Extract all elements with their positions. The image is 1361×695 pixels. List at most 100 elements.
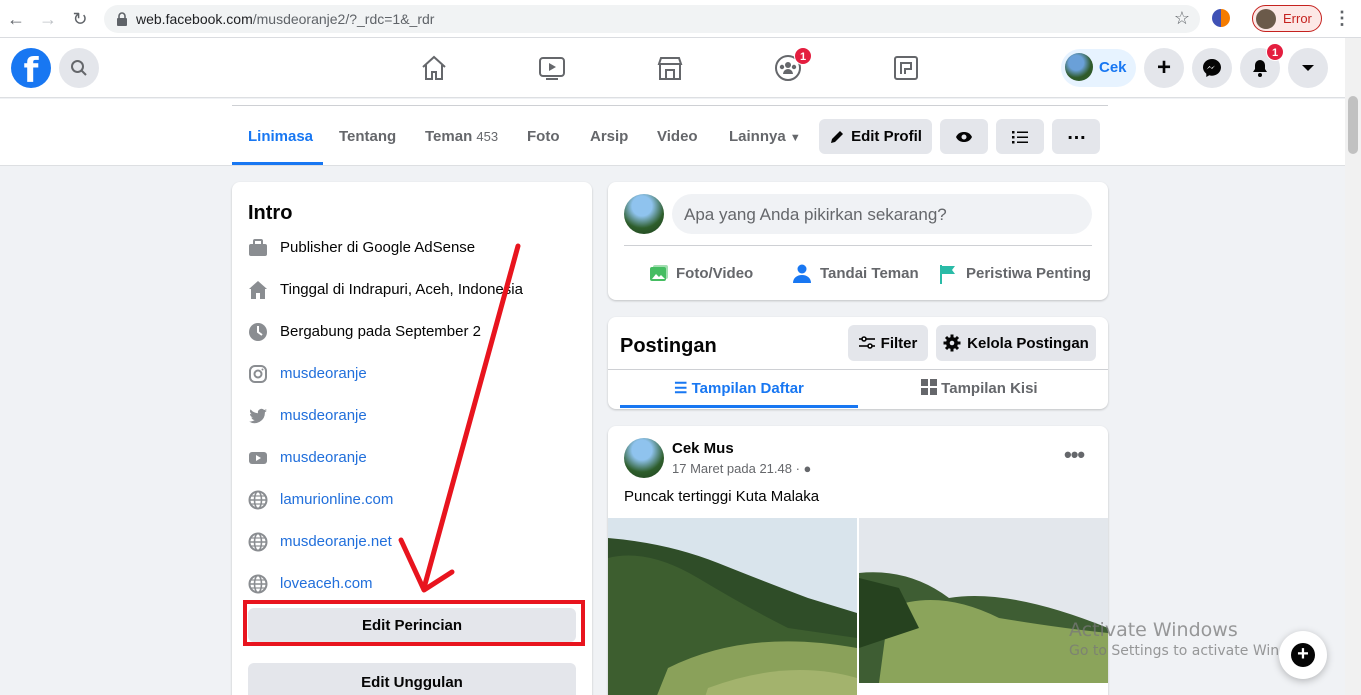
forward-arrow-icon[interactable]: → [38, 9, 58, 29]
gear-icon [943, 334, 961, 352]
caret-down-icon [1302, 65, 1314, 71]
activity-log-button[interactable] [996, 119, 1044, 154]
url-text: web.facebook.com/musdeoranje2/?_rdc=1&_r… [136, 11, 435, 27]
post-photo[interactable] [608, 518, 857, 695]
intro-link-instagram[interactable]: musdeoranje [248, 362, 578, 386]
tab-linimasa[interactable]: Linimasa [248, 128, 313, 145]
intro-lives-place[interactable]: Indrapuri, Aceh, Indonesia [349, 281, 523, 298]
tab-video[interactable]: Video [657, 128, 698, 145]
divider [624, 245, 1092, 246]
annotation-highlight-box [243, 600, 585, 646]
list-icon [1012, 130, 1028, 143]
filter-button[interactable]: Filter [848, 325, 928, 361]
post-meta: 17 Maret pada 21.48 · ● [672, 461, 811, 476]
pencil-icon [831, 130, 844, 143]
gaming-icon[interactable] [892, 54, 920, 82]
tab-teman[interactable]: Teman 453 [425, 128, 498, 145]
lock-icon [117, 12, 127, 26]
intro-lives: Tinggal di Indrapuri, Aceh, Indonesia [248, 278, 578, 302]
website-link[interactable]: loveaceh.com [280, 575, 373, 592]
list-view-icon: ☰ [674, 380, 688, 397]
profile-shortcut[interactable]: Cek [1061, 49, 1136, 87]
avatar [624, 194, 664, 234]
facebook-logo-icon[interactable]: f [11, 48, 51, 88]
twitter-icon [249, 408, 267, 424]
website-link[interactable]: musdeoranje.net [280, 533, 392, 550]
twitter-link[interactable]: musdeoranje [280, 407, 367, 424]
post-timestamp[interactable]: 17 Maret pada 21.48 · [672, 461, 804, 476]
groups-badge: 1 [794, 47, 812, 65]
instagram-link[interactable]: musdeoranje [280, 365, 367, 382]
page-scrollbar[interactable] [1345, 38, 1361, 695]
extension-icon[interactable] [1212, 9, 1230, 27]
composer-input[interactable]: Apa yang Anda pikirkan sekarang? [672, 194, 1092, 234]
intro-link-website-3[interactable]: loveaceh.com [248, 572, 578, 596]
more-options-button[interactable]: … [1052, 119, 1100, 154]
intro-work: Publisher di Google AdSense [248, 236, 578, 260]
facebook-top-nav: f 1 Cek + 1 [0, 38, 1345, 98]
post-card: Cek Mus 17 Maret pada 21.48 · ● ••• Punc… [608, 426, 1108, 695]
post-composer: Apa yang Anda pikirkan sekarang? Foto/Vi… [608, 182, 1108, 300]
globe-icon [248, 574, 268, 594]
composer-placeholder: Apa yang Anda pikirkan sekarang? [684, 205, 947, 224]
address-bar[interactable]: web.facebook.com/musdeoranje2/?_rdc=1&_r… [104, 5, 1200, 33]
search-button[interactable] [59, 48, 99, 88]
home-icon[interactable] [420, 54, 448, 82]
account-menu-button[interactable] [1288, 48, 1328, 88]
youtube-link[interactable]: musdeoranje [280, 449, 367, 466]
edit-featured-button[interactable]: Edit Unggulan [248, 663, 576, 695]
messenger-button[interactable] [1192, 48, 1232, 88]
reload-icon[interactable]: ↻ [70, 9, 90, 29]
edit-profile-button[interactable]: Edit Profil [819, 119, 932, 154]
marketplace-icon[interactable] [656, 54, 684, 82]
post-author[interactable]: Cek Mus [672, 440, 734, 457]
manage-posts-button[interactable]: Kelola Postingan [936, 325, 1096, 361]
intro-link-twitter[interactable]: musdeoranje [248, 404, 578, 428]
life-event-label: Peristiwa Penting [966, 265, 1092, 282]
tab-lainnya[interactable]: Lainnya ▼ [729, 128, 801, 145]
messenger-icon [1203, 59, 1221, 77]
website-link[interactable]: lamurionline.com [280, 491, 393, 508]
intro-link-youtube[interactable]: musdeoranje [248, 446, 578, 470]
scrollbar-thumb[interactable] [1348, 96, 1358, 154]
create-button[interactable]: + [1144, 48, 1184, 88]
bookmark-star-icon[interactable]: ☆ [1174, 8, 1190, 29]
browser-menu-icon[interactable]: ⋮ [1333, 8, 1351, 29]
eye-icon [956, 131, 972, 142]
new-message-button[interactable]: + [1279, 631, 1327, 679]
friend-count: 453 [476, 129, 499, 144]
post-text: Puncak tertinggi Kuta Malaka [624, 488, 820, 505]
divider [608, 369, 1108, 370]
life-event-button[interactable]: Peristiwa Penting [938, 262, 1098, 286]
public-globe-icon: ● [803, 461, 812, 476]
posts-header-card: Postingan Filter Kelola Postingan ☰ Tamp… [608, 317, 1108, 409]
filter-sliders-icon [858, 336, 875, 349]
post-more-options-icon[interactable]: ••• [1064, 442, 1085, 468]
active-view-indicator [620, 405, 858, 408]
back-arrow-icon[interactable]: ← [6, 9, 26, 29]
globe-icon [248, 490, 268, 510]
caret-down-icon: ▼ [789, 132, 801, 144]
tab-lainnya-label: Lainnya [729, 128, 786, 145]
tab-tentang[interactable]: Tentang [339, 128, 396, 145]
tab-arsip[interactable]: Arsip [590, 128, 628, 145]
mountain-photo [608, 518, 857, 695]
tab-grid-view[interactable]: Tampilan Kisi [921, 379, 1038, 397]
view-as-button[interactable] [940, 119, 988, 154]
posts-title: Postingan [620, 335, 717, 357]
divider [232, 105, 1108, 106]
tag-friends-button[interactable]: Tandai Teman [792, 262, 922, 286]
intro-lives-prefix: Tinggal di [280, 281, 349, 298]
avatar[interactable] [624, 438, 664, 478]
profile-error-button[interactable]: Error [1252, 5, 1322, 32]
edit-profile-label: Edit Profil [851, 128, 922, 145]
photo-video-button[interactable]: Foto/Video [648, 262, 768, 286]
tab-foto[interactable]: Foto [527, 128, 559, 145]
tab-list-view[interactable]: ☰ Tampilan Daftar [674, 379, 804, 397]
intro-link-website-1[interactable]: lamurionline.com [248, 488, 578, 512]
intro-work-place[interactable]: Google AdSense [363, 239, 476, 256]
watch-video-icon[interactable] [538, 54, 566, 82]
clock-icon [249, 323, 267, 341]
house-icon [249, 281, 267, 299]
intro-link-website-2[interactable]: musdeoranje.net [248, 530, 578, 554]
